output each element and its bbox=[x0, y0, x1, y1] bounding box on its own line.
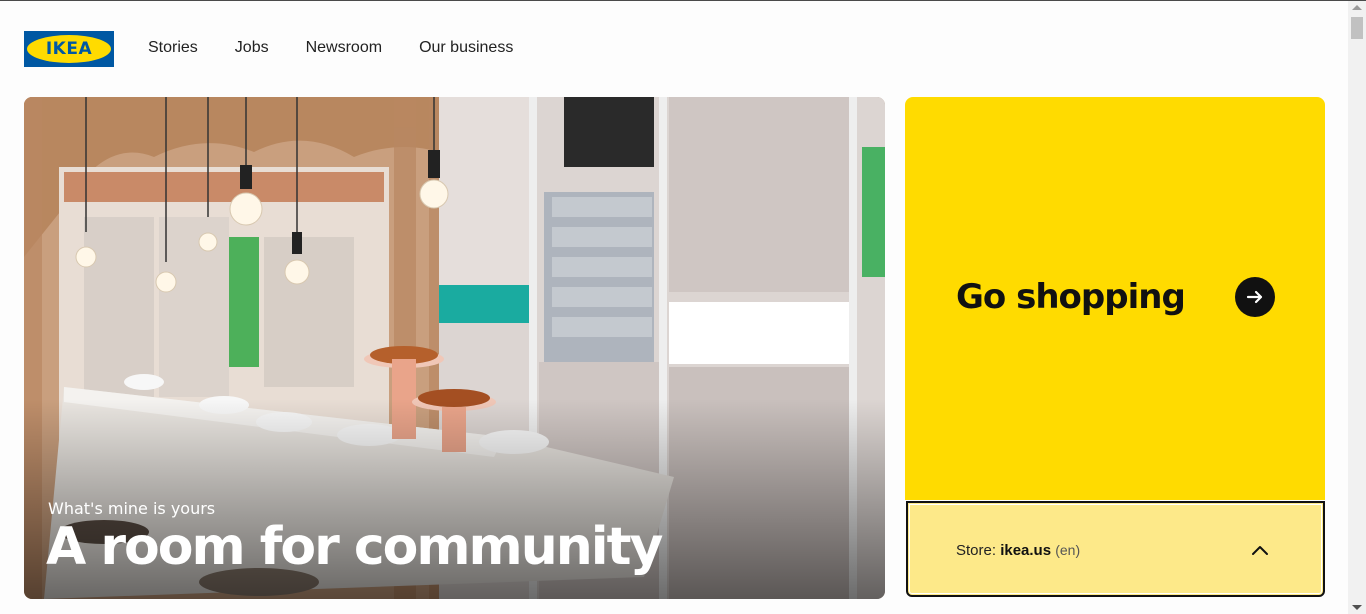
store-selector[interactable]: Store: ikea.us (en) bbox=[906, 501, 1325, 597]
store-label: Store: bbox=[956, 542, 1001, 559]
nav-item-our-business[interactable]: Our business bbox=[419, 39, 513, 57]
arrow-right-icon[interactable] bbox=[1235, 277, 1275, 317]
site-header: IKEA Stories Jobs Newsroom Our business bbox=[0, 1, 1348, 98]
scroll-up-arrow-icon[interactable] bbox=[1352, 5, 1362, 10]
nav-item-jobs[interactable]: Jobs bbox=[235, 39, 269, 57]
hero-card[interactable]: What's mine is yours A room for communit… bbox=[24, 97, 885, 599]
page-scrollbar[interactable] bbox=[1348, 1, 1366, 614]
chevron-up-icon[interactable] bbox=[1250, 541, 1270, 561]
main-nav: Stories Jobs Newsroom Our business bbox=[148, 39, 513, 57]
nav-item-stories[interactable]: Stories bbox=[148, 39, 198, 57]
ikea-logo[interactable]: IKEA bbox=[24, 31, 114, 67]
store-domain: ikea.us bbox=[1000, 542, 1052, 559]
scroll-thumb[interactable] bbox=[1351, 17, 1363, 39]
store-language: (en) bbox=[1055, 542, 1081, 558]
store-selector-text: Store: ikea.us (en) bbox=[956, 542, 1080, 559]
nav-item-newsroom[interactable]: Newsroom bbox=[306, 39, 382, 57]
hero-title[interactable]: A room for community bbox=[46, 517, 663, 577]
logo-text: IKEA bbox=[45, 39, 93, 59]
go-shopping-title[interactable]: Go shopping bbox=[956, 277, 1186, 317]
scroll-down-arrow-icon[interactable] bbox=[1352, 605, 1362, 610]
logo-oval: IKEA bbox=[27, 35, 111, 63]
go-shopping-panel[interactable]: Go shopping bbox=[905, 97, 1325, 500]
hero-kicker[interactable]: What's mine is yours bbox=[48, 499, 215, 518]
